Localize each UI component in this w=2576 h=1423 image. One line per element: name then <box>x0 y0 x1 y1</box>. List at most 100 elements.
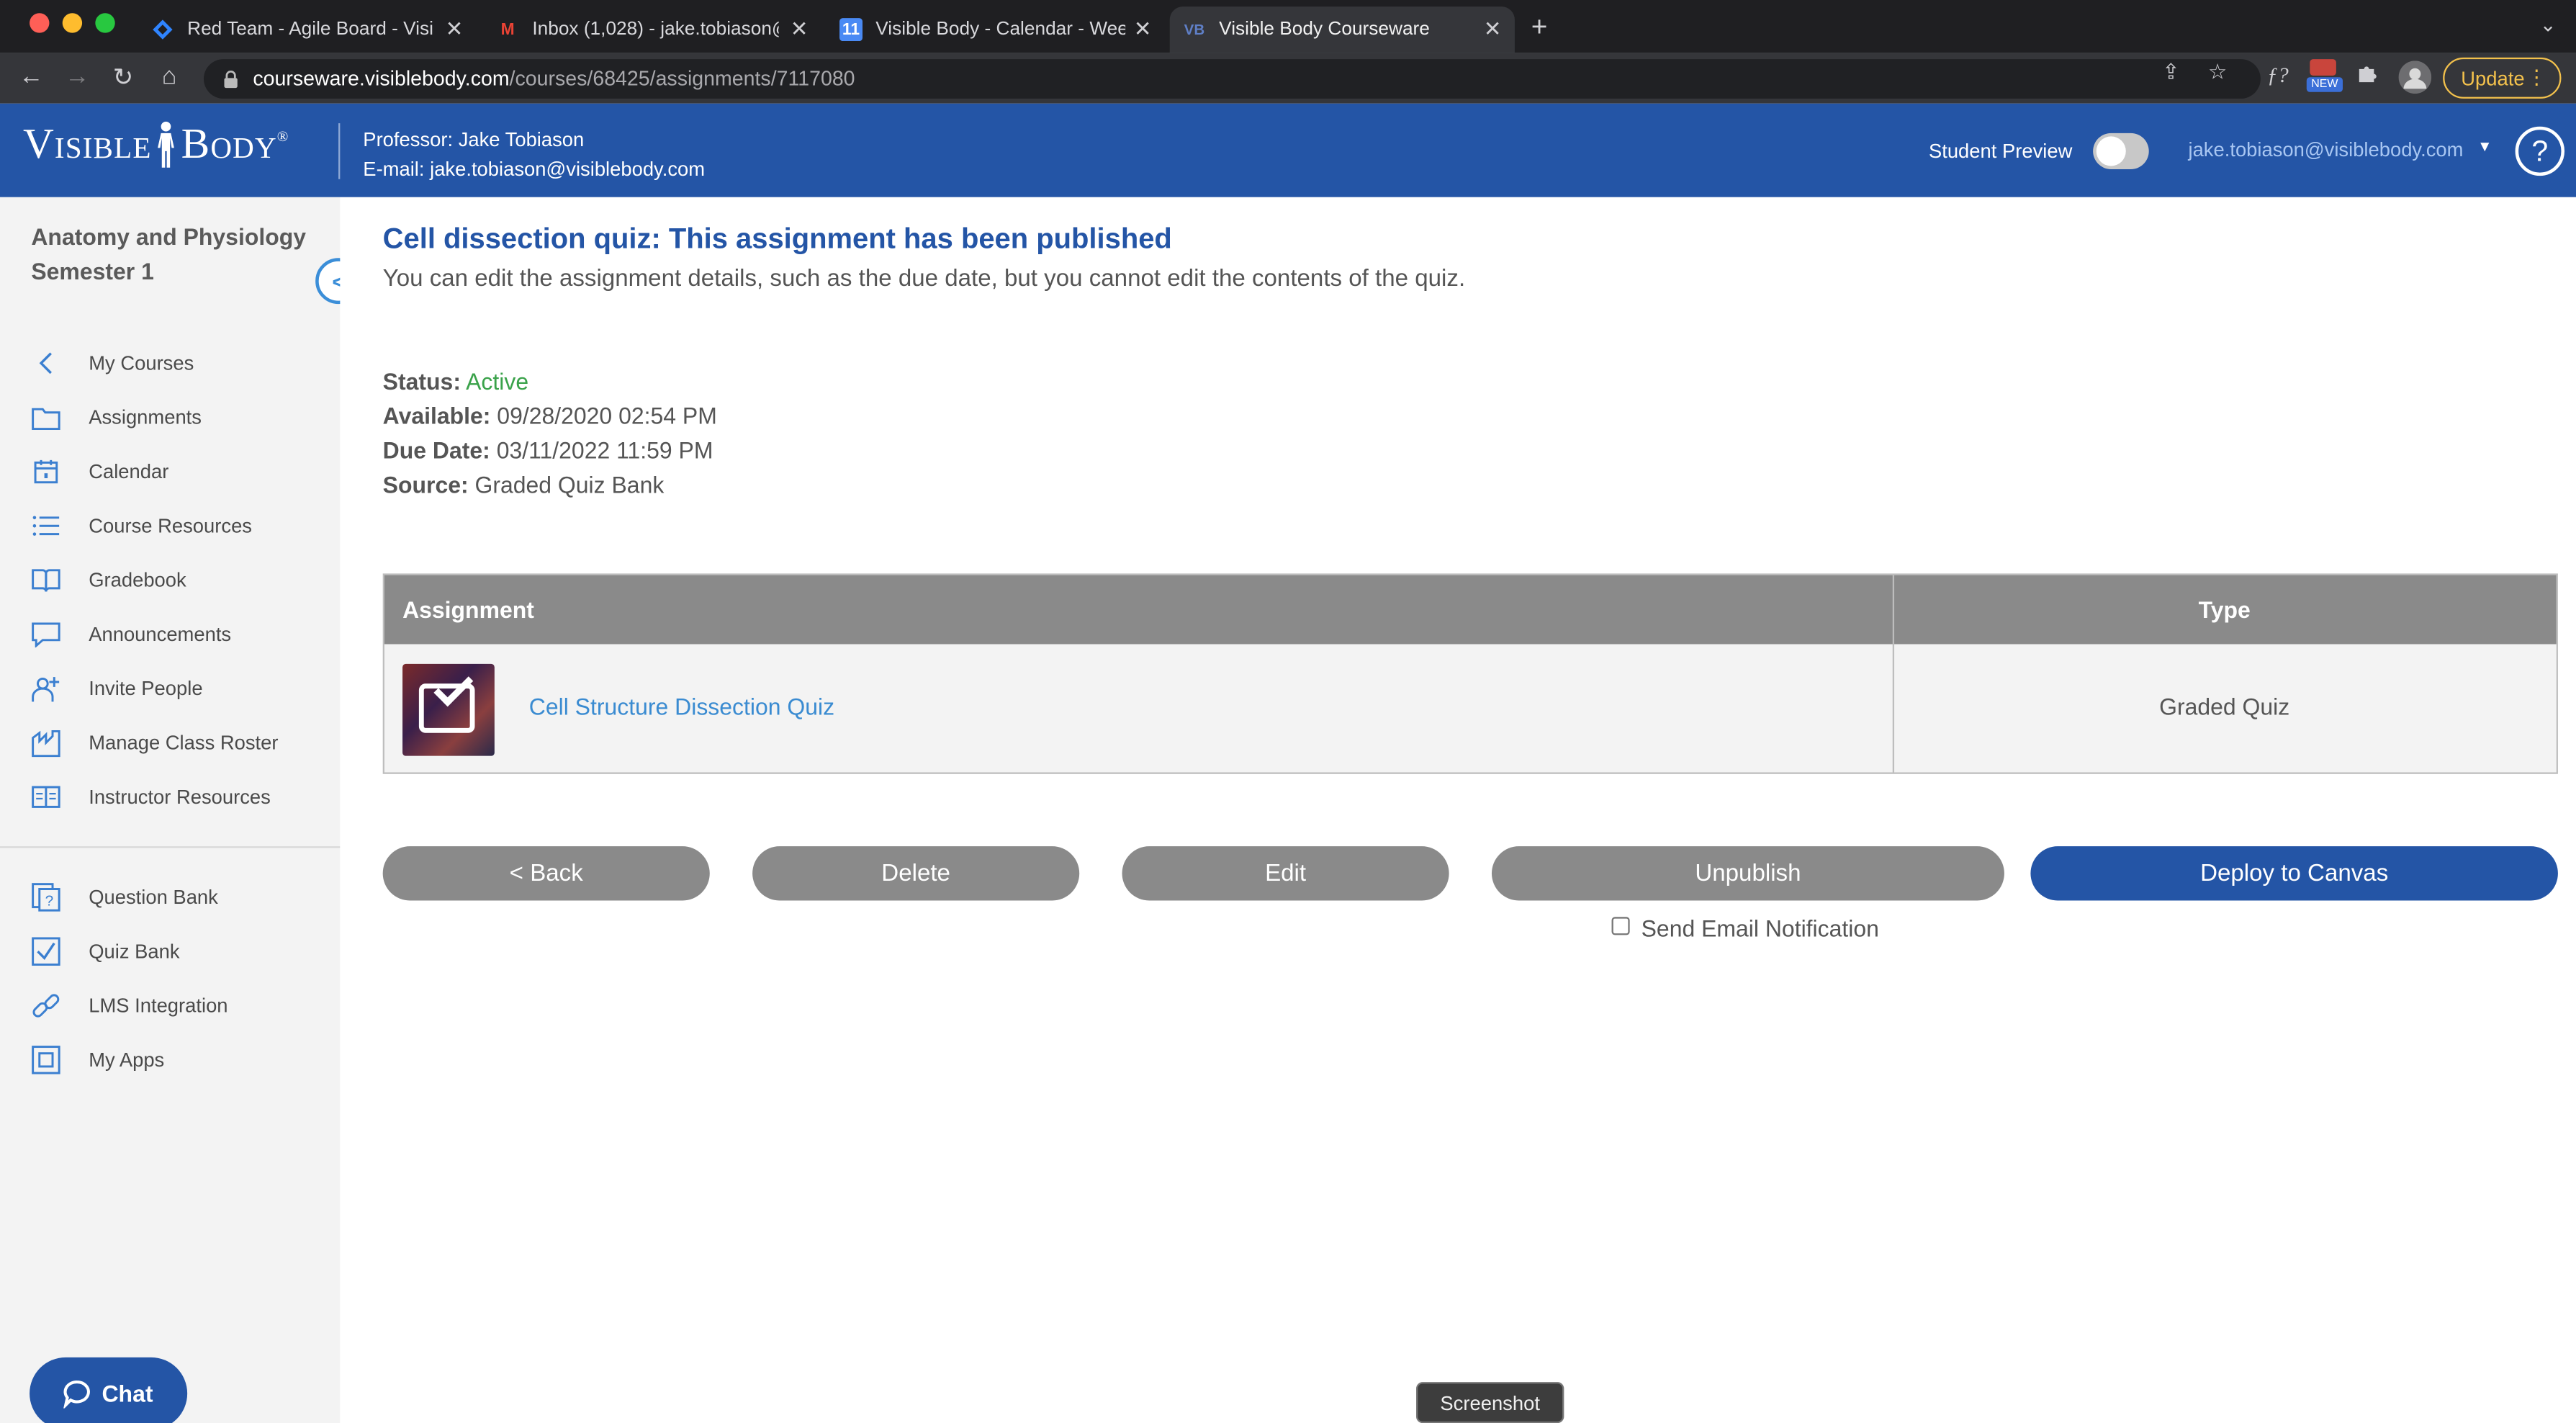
deploy-to-canvas-button[interactable]: Deploy to Canvas <box>2030 846 2558 901</box>
profile-avatar-icon[interactable] <box>2398 60 2432 98</box>
available-label: Available: <box>382 403 491 429</box>
more-vert-icon: ⋮ <box>2526 66 2546 89</box>
browser-tab-active[interactable]: VB Visible Body Courseware ✕ <box>1169 6 1515 53</box>
checkbox-icon <box>30 935 63 968</box>
browser-tab-bar: Red Team - Agile Board - Visib ✕ M Inbox… <box>0 0 2576 53</box>
formula-extension-icon[interactable]: ƒ? <box>2267 63 2289 89</box>
resources-icon <box>30 781 63 814</box>
sidebar-item-quiz-bank[interactable]: Quiz Bank <box>0 928 340 974</box>
tab-title: Visible Body Courseware <box>1219 19 1430 40</box>
calendar-icon: 11 <box>839 18 863 42</box>
update-label: Update <box>2461 66 2525 90</box>
column-divider <box>1892 575 1895 773</box>
sidebar-item-label: Gradebook <box>89 568 186 592</box>
sidebar-item-label: Question Bank <box>89 885 218 909</box>
close-tab-icon[interactable]: ✕ <box>446 17 464 43</box>
lock-icon <box>223 70 240 89</box>
human-figure-icon <box>158 121 175 168</box>
url-path: /courses/68425/assignments/7117080 <box>509 67 855 91</box>
browser-tab[interactable]: 11 Visible Body - Calendar - Week ✕ <box>827 6 1165 53</box>
professor-name: Professor: Jake Tobiason <box>363 127 585 151</box>
status-label: Status: <box>382 368 461 395</box>
sidebar-item-label: Manage Class Roster <box>89 731 279 755</box>
reload-icon[interactable]: ↻ <box>109 63 138 92</box>
list-icon <box>30 509 63 542</box>
sidebar-item-label: LMS Integration <box>89 994 228 1018</box>
send-email-label: Send Email Notification <box>1641 915 1879 942</box>
address-bar[interactable]: courseware.visiblebody.com/courses/68425… <box>203 59 2261 99</box>
sidebar-item-question-bank[interactable]: ? Question Bank <box>0 874 340 920</box>
close-tab-icon[interactable]: ✕ <box>1134 17 1152 43</box>
sidebar-item-my-apps[interactable]: My Apps <box>0 1037 340 1083</box>
sidebar-item-announcements[interactable]: Announcements <box>0 611 340 657</box>
sidebar-item-label: Announcements <box>89 622 232 646</box>
sidebar-item-label: Instructor Resources <box>89 785 271 809</box>
sidebar-item-invite-people[interactable]: Invite People <box>0 665 340 712</box>
chat-button[interactable]: Chat <box>30 1357 188 1423</box>
unpublish-button[interactable]: Unpublish <box>1491 846 2004 901</box>
tab-title: Red Team - Agile Board - Visib <box>187 19 434 40</box>
share-icon[interactable]: ⇪ <box>2162 59 2180 86</box>
folder-icon <box>30 401 63 434</box>
back-button[interactable]: < Back <box>382 846 710 901</box>
sidebar-item-label: Assignments <box>89 405 202 429</box>
sidebar-item-assignments[interactable]: Assignments <box>0 395 340 441</box>
header-divider <box>338 123 341 179</box>
sidebar-item-lms-integration[interactable]: LMS Integration <box>0 983 340 1029</box>
quiz-thumbnail <box>402 663 495 756</box>
help-icon[interactable]: ? <box>2515 126 2565 176</box>
gmail-icon: M <box>500 20 515 39</box>
close-window-button[interactable] <box>30 13 50 33</box>
caret-down-icon[interactable]: ▼ <box>2477 138 2492 155</box>
sidebar-item-course-resources[interactable]: Course Resources <box>0 503 340 549</box>
sidebar-item-gradebook[interactable]: Gradebook <box>0 557 340 603</box>
delete-button[interactable]: Delete <box>752 846 1080 901</box>
quiz-link[interactable]: Cell Structure Dissection Quiz <box>529 693 834 720</box>
home-icon[interactable]: ⌂ <box>154 63 184 91</box>
maximize-window-button[interactable] <box>95 13 115 33</box>
forward-arrow-icon[interactable]: → <box>63 63 92 91</box>
tab-search-icon[interactable]: ⌄ <box>2540 13 2557 36</box>
puzzle-extensions-icon[interactable] <box>2356 63 2379 91</box>
available-line: Available: 09/28/2020 02:54 PM <box>383 403 717 429</box>
back-arrow-icon[interactable]: ← <box>17 63 46 91</box>
close-tab-icon[interactable]: ✕ <box>791 17 809 43</box>
bookmark-star-icon[interactable]: ☆ <box>2208 59 2228 86</box>
close-tab-icon[interactable]: ✕ <box>1484 17 1502 43</box>
new-extension-icon[interactable]: NEW <box>2306 59 2343 95</box>
browser-tab[interactable]: Red Team - Agile Board - Visib ✕ <box>138 6 477 53</box>
browser-tab[interactable]: M Inbox (1,028) - jake.tobiason@ ✕ <box>483 6 821 53</box>
quiz-type: Graded Quiz <box>2159 693 2290 720</box>
roster-icon <box>30 727 63 760</box>
user-menu-email[interactable]: jake.tobiason@visiblebody.com <box>2188 138 2463 161</box>
send-email-checkbox[interactable] <box>1611 917 1630 935</box>
due-date-line: Due Date: 03/11/2022 11:59 PM <box>383 437 713 464</box>
sidebar-item-label: Invite People <box>89 677 203 701</box>
logo-text-visible: Visible <box>22 120 152 168</box>
main-content: Cell dissection quiz: This assignment ha… <box>340 197 2576 1423</box>
student-preview-toggle[interactable] <box>2093 133 2149 170</box>
apps-icon <box>30 1043 63 1077</box>
calendar-icon <box>30 455 63 488</box>
new-badge: NEW <box>2306 77 2343 92</box>
sidebar-item-calendar[interactable]: Calendar <box>0 449 340 495</box>
course-title: Anatomy and Physiology Semester 1 <box>31 223 307 284</box>
question-bank-icon: ? <box>30 881 63 914</box>
visible-body-logo[interactable]: Visible Body ® <box>23 120 289 169</box>
sidebar-item-label: Calendar <box>89 459 169 483</box>
logo-text-body: Body <box>181 120 277 168</box>
due-date-label: Due Date: <box>382 436 490 464</box>
sidebar-item-label: Quiz Bank <box>89 940 180 964</box>
sidebar-item-my-courses[interactable]: My Courses <box>0 340 340 386</box>
sidebar-item-label: My Apps <box>89 1048 165 1072</box>
sidebar-divider <box>0 846 341 848</box>
new-tab-button[interactable]: + <box>1531 12 1548 45</box>
toggle-knob <box>2096 136 2126 166</box>
minimize-window-button[interactable] <box>62 13 83 33</box>
chevron-left-icon <box>30 346 63 380</box>
sidebar-item-instructor-resources[interactable]: Instructor Resources <box>0 774 340 820</box>
update-button[interactable]: Update ⋮ <box>2443 57 2562 99</box>
sidebar-item-manage-class-roster[interactable]: Manage Class Roster <box>0 719 340 766</box>
edit-button[interactable]: Edit <box>1122 846 1449 901</box>
book-icon <box>30 564 63 597</box>
